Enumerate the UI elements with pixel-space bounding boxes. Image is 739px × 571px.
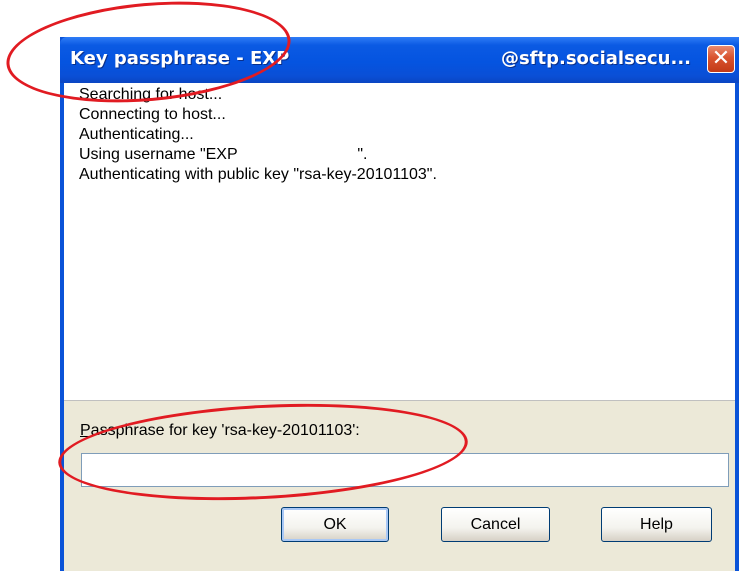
log-panel: Searching for host... Connecting to host… <box>64 83 735 401</box>
passphrase-label-accelerator: P <box>80 422 91 439</box>
dialog-body: Searching for host... Connecting to host… <box>64 83 735 571</box>
window-title-host: @sftp.socialsecu... <box>500 48 691 69</box>
close-icon[interactable]: ✕ <box>707 45 735 73</box>
passphrase-label: Passphrase for key 'rsa-key-20101103': <box>80 422 360 440</box>
log-line: Using username "EXP ". <box>79 146 368 163</box>
log-line: Authenticating... <box>79 126 194 143</box>
key-passphrase-dialog: Key passphrase - EXP @sftp.socialsecu...… <box>60 37 739 571</box>
passphrase-input[interactable] <box>81 453 729 487</box>
log-line: Searching for host... <box>79 86 223 103</box>
title-bar[interactable]: Key passphrase - EXP @sftp.socialsecu...… <box>60 37 739 83</box>
cancel-button[interactable]: Cancel <box>441 507 550 542</box>
help-button[interactable]: Help <box>601 507 712 542</box>
ok-button[interactable]: OK <box>281 507 389 542</box>
window-title: Key passphrase - EXP <box>70 48 290 69</box>
log-line: Authenticating with public key "rsa-key-… <box>79 166 437 183</box>
passphrase-label-text: assphrase for key 'rsa-key-20101103': <box>90 422 360 439</box>
log-line: Connecting to host... <box>79 106 226 123</box>
